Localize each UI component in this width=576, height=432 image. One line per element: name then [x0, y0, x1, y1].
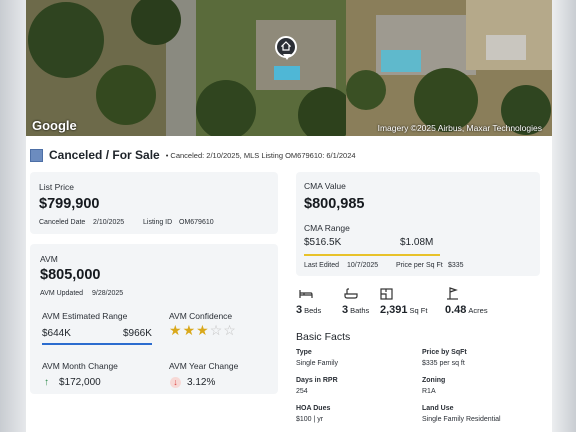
acres-value: 0.48 [445, 304, 467, 316]
arrow-up-icon: ↑ [44, 377, 49, 388]
fact-type-value: Single Family [296, 360, 339, 367]
sqft-value: 2,391 [380, 304, 408, 316]
fact-days-value: 254 [296, 388, 308, 395]
avm-label: AVM [40, 254, 58, 264]
cma-price-sqft-value: $335 [448, 262, 464, 269]
avm-month-change-label: AVM Month Change [42, 361, 118, 371]
fact-type-label: Type [296, 349, 312, 356]
listing-id-label: Listing ID [143, 219, 173, 226]
listing-id-value: OM679610 [179, 219, 214, 226]
house-icon [281, 41, 291, 51]
baths-value: 3 [342, 304, 349, 316]
basic-facts-title: Basic Facts [296, 331, 351, 343]
fact-land-use-label: Land Use [422, 405, 454, 412]
acres-count: 0.48 Acres [445, 304, 488, 316]
beds-value: 3 [296, 304, 303, 316]
imagery-attribution: Imagery ©2025 Airbus, Maxar Technologies [377, 123, 542, 133]
satellite-map[interactable]: Google Imagery ©2025 Airbus, Maxar Techn… [26, 0, 552, 136]
fact-price-sqft-value: $335 per sq ft [422, 360, 465, 367]
avm-year-change-label: AVM Year Change [169, 361, 239, 371]
screen-bezel-right [552, 0, 576, 432]
star-filled-icon: ★ [196, 322, 210, 338]
avm-range-bar [42, 343, 152, 345]
property-location-pin[interactable] [275, 36, 297, 60]
fact-land-use-value: Single Family Residential [422, 416, 501, 423]
beds-count: 3 Beds [296, 304, 321, 316]
fact-price-sqft-label: Price by SqFt [422, 349, 467, 356]
cma-range-low: $516.5K [304, 237, 342, 248]
cma-range-high: $1.08M [400, 237, 434, 248]
sqft-unit: Sq Ft [409, 306, 428, 315]
avm-range-low: $644K [42, 328, 71, 339]
list-price-label: List Price [39, 182, 74, 192]
baths-unit: Baths [350, 306, 370, 315]
avm-updated-label: AVM Updated [40, 290, 84, 297]
lot-flag-icon [446, 287, 459, 303]
screen-bezel-left [0, 0, 26, 432]
listing-status-row: Canceled / For Sale • Canceled: 2/10/202… [30, 146, 530, 164]
cma-last-edited-date: 10/7/2025 [347, 262, 379, 269]
avm-range-high: $966K [123, 328, 152, 339]
listing-status: Canceled / For Sale [49, 148, 160, 162]
cma-price-sqft-label: Price per Sq Ft [396, 262, 443, 269]
avm-confidence-label: AVM Confidence [169, 311, 233, 321]
sqft-count: 2,391 Sq Ft [380, 304, 427, 316]
fact-hoa-label: HOA Dues [296, 405, 331, 412]
cma-range-label: CMA Range [304, 223, 350, 233]
list-price-value: $799,900 [39, 196, 100, 212]
star-empty-icon: ☆ [209, 322, 224, 338]
fact-hoa-value: $100 | yr [296, 416, 324, 423]
listing-status-detail: • Canceled: 2/10/2025, MLS Listing OM679… [165, 150, 356, 160]
avm-value: $805,000 [40, 267, 101, 283]
star-empty-icon: ☆ [223, 322, 237, 338]
floorplan-icon [380, 288, 393, 303]
cma-last-edited-label: Last Edited [304, 262, 340, 269]
avm-updated-date: 9/28/2025 [92, 290, 124, 297]
map-provider-logo: Google [32, 118, 77, 133]
canceled-date-value: 2/10/2025 [93, 219, 125, 226]
beds-unit: Beds [304, 306, 322, 315]
status-color-swatch [30, 148, 43, 162]
fact-zoning-label: Zoning [422, 377, 446, 384]
cma-value-label: CMA Value [304, 181, 346, 191]
avm-month-change-value: $172,000 [59, 377, 101, 388]
acres-unit: Acres [468, 306, 488, 315]
star-filled-icon: ★ [182, 322, 197, 338]
fact-days-label: Days in RPR [296, 377, 338, 384]
satellite-imagery [26, 0, 552, 136]
baths-count: 3 Baths [342, 304, 369, 316]
bed-icon [299, 288, 313, 302]
app-screen: Google Imagery ©2025 Airbus, Maxar Techn… [26, 0, 552, 432]
arrow-down-icon: ↓ [170, 377, 181, 388]
avm-year-change-value: 3.12% [187, 377, 216, 388]
canceled-date-label: Canceled Date [39, 219, 86, 226]
cma-value: $800,985 [304, 196, 365, 212]
avm-confidence-rating: ★★★☆☆ [169, 322, 237, 339]
fact-zoning-value: R1A [422, 388, 436, 395]
cma-range-bar [304, 254, 440, 256]
bathtub-icon [344, 288, 358, 302]
avm-range-label: AVM Estimated Range [42, 311, 128, 321]
star-filled-icon: ★ [169, 322, 183, 338]
